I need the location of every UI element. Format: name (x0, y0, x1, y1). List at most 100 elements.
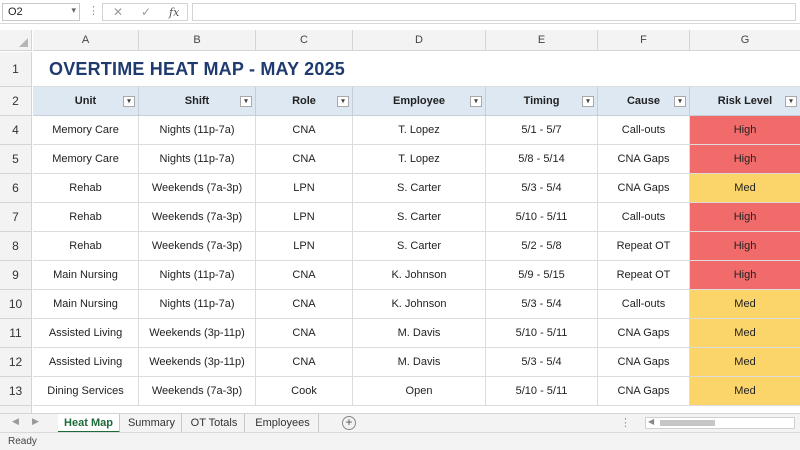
cell-unit[interactable]: Memory Care (33, 145, 139, 174)
filter-dropdown-icon[interactable]: ▾ (785, 96, 797, 107)
header-unit[interactable]: Unit ▾ (33, 87, 139, 116)
row-header-1[interactable]: 1 (0, 52, 32, 87)
scroll-left-icon[interactable]: ◀ (648, 417, 654, 426)
column-header-g[interactable]: G (690, 30, 800, 51)
filter-dropdown-icon[interactable]: ▾ (582, 96, 594, 107)
cell-employee[interactable]: M. Davis (353, 348, 486, 377)
cell-risk-level[interactable]: High (690, 116, 800, 145)
cell-role[interactable]: CNA (256, 145, 353, 174)
cell-timing[interactable]: 5/3 - 5/4 (486, 174, 598, 203)
chevron-down-icon[interactable]: ▾ (71, 5, 76, 16)
filter-dropdown-icon[interactable]: ▾ (123, 96, 135, 107)
cell-role[interactable]: CNA (256, 319, 353, 348)
select-all-corner[interactable] (0, 30, 32, 51)
cell-cause[interactable]: CNA Gaps (598, 377, 690, 406)
header-shift[interactable]: Shift ▾ (139, 87, 256, 116)
cell-timing[interactable]: 5/10 - 5/11 (486, 377, 598, 406)
cell-timing[interactable]: 5/10 - 5/11 (486, 319, 598, 348)
cell-cause[interactable]: Repeat OT (598, 261, 690, 290)
cell-role[interactable]: LPN (256, 203, 353, 232)
cell-role[interactable]: LPN (256, 232, 353, 261)
row-header-10[interactable]: 10 (0, 290, 32, 319)
name-box[interactable]: O2 ▾ (2, 3, 80, 21)
cell-employee[interactable]: T. Lopez (353, 145, 486, 174)
cell-cause[interactable]: CNA Gaps (598, 348, 690, 377)
cell-shift[interactable]: Weekends (3p-11p) (139, 319, 256, 348)
row-header-9[interactable]: 9 (0, 261, 32, 290)
cell-employee[interactable]: K. Johnson (353, 261, 486, 290)
sheet-title[interactable]: OVERTIME HEAT MAP - MAY 2025 (33, 52, 800, 87)
filter-dropdown-icon[interactable]: ▾ (674, 96, 686, 107)
horizontal-scrollbar[interactable]: ◀ (645, 417, 795, 429)
cell-role[interactable]: CNA (256, 261, 353, 290)
cell-cause[interactable]: CNA Gaps (598, 319, 690, 348)
header-risk-level[interactable]: Risk Level ▾ (690, 87, 800, 116)
row-header-2[interactable]: 2 (0, 87, 32, 116)
cell-cause[interactable]: CNA Gaps (598, 145, 690, 174)
cell-employee[interactable]: S. Carter (353, 174, 486, 203)
row-header-6[interactable]: 6 (0, 174, 32, 203)
cell-cause[interactable]: Call-outs (598, 116, 690, 145)
row-header-5[interactable]: 5 (0, 145, 32, 174)
row-header-4[interactable]: 4 (0, 116, 32, 145)
cell-employee[interactable]: K. Johnson (353, 290, 486, 319)
cell-unit[interactable]: Main Nursing (33, 261, 139, 290)
cell-cause[interactable]: Repeat OT (598, 232, 690, 261)
cell-unit[interactable]: Assisted Living (33, 319, 139, 348)
cell-unit[interactable]: Dining Services (33, 377, 139, 406)
cell-role[interactable]: CNA (256, 290, 353, 319)
cell-unit[interactable]: Rehab (33, 203, 139, 232)
cancel-icon[interactable]: ✕ (113, 5, 123, 19)
cell-risk-level[interactable]: High (690, 261, 800, 290)
cell-cause[interactable]: Call-outs (598, 290, 690, 319)
cell-shift[interactable]: Nights (11p-7a) (139, 116, 256, 145)
cell-timing[interactable]: 5/3 - 5/4 (486, 348, 598, 377)
cell-timing[interactable]: 5/8 - 5/14 (486, 145, 598, 174)
cell-employee[interactable]: S. Carter (353, 203, 486, 232)
header-employee[interactable]: Employee ▾ (353, 87, 486, 116)
cell-unit[interactable]: Memory Care (33, 116, 139, 145)
tab-employees[interactable]: Employees (247, 414, 319, 433)
row-header-7[interactable]: 7 (0, 203, 32, 232)
row-header-13[interactable]: 13 (0, 377, 32, 406)
scrollbar-thumb[interactable] (660, 420, 715, 426)
cell-shift[interactable]: Weekends (3p-11p) (139, 348, 256, 377)
tab-summary[interactable]: Summary (122, 414, 182, 433)
tab-scroll-left-icon[interactable]: ◀ (12, 416, 19, 427)
cell-employee[interactable]: T. Lopez (353, 116, 486, 145)
cell-timing[interactable]: 5/10 - 5/11 (486, 203, 598, 232)
header-cause[interactable]: Cause ▾ (598, 87, 690, 116)
tab-scroll-right-icon[interactable]: ▶ (32, 416, 39, 427)
header-timing[interactable]: Timing ▾ (486, 87, 598, 116)
column-header-e[interactable]: E (486, 30, 598, 51)
cell-employee[interactable]: Open (353, 377, 486, 406)
cell-shift[interactable]: Nights (11p-7a) (139, 290, 256, 319)
tab-heat-map[interactable]: Heat Map (58, 414, 120, 433)
cell-risk-level[interactable]: Med (690, 348, 800, 377)
column-header-f[interactable]: F (598, 30, 690, 51)
cell-risk-level[interactable]: High (690, 232, 800, 261)
cell-shift[interactable]: Weekends (7a-3p) (139, 203, 256, 232)
row-header-blank[interactable] (0, 406, 32, 413)
cell-risk-level[interactable]: Med (690, 290, 800, 319)
cell-employee[interactable]: M. Davis (353, 319, 486, 348)
cell-employee[interactable]: S. Carter (353, 232, 486, 261)
filter-dropdown-icon[interactable]: ▾ (337, 96, 349, 107)
column-header-c[interactable]: C (256, 30, 353, 51)
cell-risk-level[interactable]: High (690, 203, 800, 232)
cell-cause[interactable]: Call-outs (598, 203, 690, 232)
formula-input[interactable] (192, 3, 796, 21)
cell-shift[interactable]: Nights (11p-7a) (139, 261, 256, 290)
cell-shift[interactable]: Weekends (7a-3p) (139, 174, 256, 203)
cell-timing[interactable]: 5/9 - 5/15 (486, 261, 598, 290)
cell-role[interactable]: Cook (256, 377, 353, 406)
tab-ot-totals[interactable]: OT Totals (184, 414, 245, 433)
cell-role[interactable]: CNA (256, 348, 353, 377)
cell-role[interactable]: CNA (256, 116, 353, 145)
column-header-b[interactable]: B (139, 30, 256, 51)
cell-shift[interactable]: Weekends (7a-3p) (139, 232, 256, 261)
insert-function-icon[interactable]: fx (169, 6, 179, 19)
cell-risk-level[interactable]: Med (690, 319, 800, 348)
enter-icon[interactable]: ✓ (141, 5, 151, 19)
add-sheet-icon[interactable]: + (342, 416, 356, 430)
